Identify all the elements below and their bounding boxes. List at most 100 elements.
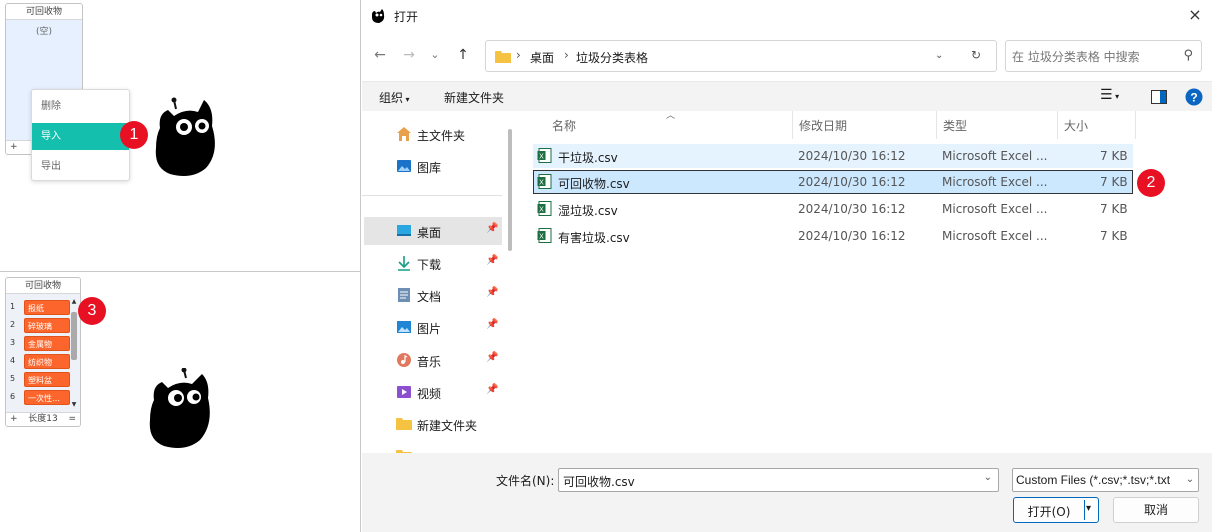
svg-text:X: X: [539, 234, 544, 241]
pin-icon: 📌: [486, 255, 499, 266]
navigation-pane: 主文件夹 图库 桌面 📌 下载 📌 文档 📌 图片 📌 音乐 📌 视频 📌 新建…: [362, 111, 516, 453]
home-icon: [397, 127, 411, 141]
step-badge-2: 2: [1137, 169, 1165, 197]
open-file-dialog: 打开 × ← → ⌄ ↑ › 桌面 › 垃圾分类表格 ⌄ ↻ ⚲ 组织 ▾ 新建…: [362, 0, 1212, 532]
csv-file-icon: X: [537, 228, 552, 243]
dialog-footer: 文件名(N): 可回收物.csv ⌄ Custom Files (*.csv;*…: [362, 453, 1212, 532]
sidebar-item-pictures[interactable]: 图片 📌: [364, 313, 502, 341]
video-icon: [397, 386, 411, 398]
recent-locations-button[interactable]: ⌄: [425, 42, 445, 68]
sort-indicator-icon: ︿: [666, 111, 676, 121]
csv-file-icon: X: [537, 148, 552, 163]
file-row[interactable]: X 干垃圾.csv 2024/10/30 16:12 Microsoft Exc…: [533, 144, 1133, 168]
file-row-selected[interactable]: X 可回收物.csv 2024/10/30 16:12 Microsoft Ex…: [533, 170, 1133, 194]
add-item-button[interactable]: +: [10, 141, 18, 154]
cancel-button[interactable]: 取消: [1113, 497, 1199, 523]
column-header-date[interactable]: 修改日期: [799, 117, 847, 134]
dialog-title: 打开: [394, 10, 419, 24]
sidebar-item-music[interactable]: 音乐 📌: [364, 346, 502, 374]
sidebar-item-gallery[interactable]: 图库: [364, 152, 502, 180]
pictures-icon: [397, 321, 411, 333]
menu-item-import[interactable]: 导入: [32, 123, 129, 150]
gallery-icon: [397, 160, 411, 172]
sidebar-item-desktop[interactable]: 桌面 📌: [364, 217, 502, 245]
list-empty-text: (空): [35, 27, 53, 37]
desktop-icon: [397, 225, 411, 236]
title-bar: 打开 ×: [362, 0, 1212, 32]
list-monitor-filled[interactable]: 可回收物 1 报纸 2 碎玻璃 3 金属物 4 纺织物 5 塑料盆 6 一次性…: [5, 277, 81, 427]
step-badge-1: 1: [120, 121, 148, 149]
pin-icon: 📌: [486, 319, 499, 330]
list-footer: + 长度13 =: [6, 412, 80, 426]
list-title: 可回收物: [6, 4, 82, 20]
stage-bottom: 可回收物 1 报纸 2 碎玻璃 3 金属物 4 纺织物 5 塑料盆 6 一次性…: [0, 271, 361, 532]
folder-icon: [396, 418, 412, 430]
breadcrumb-current-folder[interactable]: 垃圾分类表格: [576, 49, 648, 66]
list-scrollbar[interactable]: ▲ ▼: [70, 298, 78, 410]
pin-icon: 📌: [486, 352, 499, 363]
column-header-type[interactable]: 类型: [943, 117, 967, 134]
file-type-select[interactable]: Custom Files (*.csv;*.tsv;*.txt ⌄: [1012, 468, 1199, 492]
refresh-icon[interactable]: ↻: [971, 48, 981, 62]
search-box[interactable]: ⚲: [1005, 40, 1202, 72]
open-button[interactable]: 打开(O) ▾: [1013, 497, 1099, 523]
back-button[interactable]: ←: [370, 42, 390, 68]
up-button[interactable]: ↑: [453, 42, 473, 68]
cat-sprite-icon[interactable]: [146, 368, 216, 450]
column-header-name[interactable]: 名称: [552, 117, 576, 134]
context-menu: 删除 导入 导出: [31, 89, 130, 181]
folder-icon: [495, 51, 511, 63]
help-icon[interactable]: ?: [1185, 88, 1203, 106]
sidebar-item-downloads[interactable]: 下载 📌: [364, 249, 502, 277]
svg-text:?: ?: [1190, 91, 1197, 105]
pin-icon: 📌: [486, 287, 499, 298]
divider: [362, 195, 502, 196]
document-icon: [398, 288, 410, 302]
chevron-down-icon[interactable]: ⌄: [984, 472, 992, 483]
music-icon: [397, 353, 411, 367]
chevron-right-icon: ›: [564, 48, 569, 62]
app-icon: [372, 9, 385, 23]
list-title: 可回收物: [6, 278, 80, 294]
sidebar-item-videos[interactable]: 视频 📌: [364, 378, 502, 406]
search-icon[interactable]: ⚲: [1183, 48, 1193, 63]
file-row[interactable]: X 湿垃圾.csv 2024/10/30 16:12 Microsoft Exc…: [533, 197, 1133, 221]
sidebar-item-documents[interactable]: 文档 📌: [364, 281, 502, 309]
forward-button[interactable]: →: [399, 42, 419, 68]
view-options-icon[interactable]: ☰ ▾: [1100, 87, 1119, 103]
sidebar-item-new-folder[interactable]: 新建文件夹: [364, 410, 502, 438]
organize-button[interactable]: 组织 ▾: [379, 89, 410, 106]
svg-text:X: X: [539, 154, 544, 161]
file-list: ︿ 名称 修改日期 类型 大小 X 干垃圾.csv 2024/10/30 16:…: [516, 111, 1212, 453]
file-row[interactable]: X 有害垃圾.csv 2024/10/30 16:12 Microsoft Ex…: [533, 224, 1133, 248]
navigation-bar: ← → ⌄ ↑ › 桌面 › 垃圾分类表格 ⌄ ↻ ⚲: [362, 38, 1212, 74]
command-bar: 组织 ▾ 新建文件夹 ☰ ▾ ?: [362, 81, 1212, 111]
sidebar-scrollbar[interactable]: [508, 129, 512, 251]
step-badge-3: 3: [78, 297, 106, 325]
open-dropdown-icon[interactable]: ▾: [1086, 503, 1091, 514]
chevron-right-icon: ›: [516, 48, 521, 62]
svg-text:X: X: [539, 207, 544, 214]
address-bar[interactable]: › 桌面 › 垃圾分类表格 ⌄ ↻: [485, 40, 997, 72]
resize-handle[interactable]: =: [68, 413, 76, 426]
sidebar-item-home[interactable]: 主文件夹: [364, 120, 502, 148]
search-input[interactable]: [1012, 47, 1172, 67]
breadcrumb-desktop[interactable]: 桌面: [530, 49, 554, 66]
close-icon[interactable]: ×: [1184, 4, 1206, 26]
chevron-down-icon[interactable]: ⌄: [1182, 469, 1198, 491]
stage-top: 可回收物 (空) + 删除 导入 导出 1: [0, 0, 361, 271]
preview-pane-icon[interactable]: [1151, 90, 1167, 104]
csv-file-icon: X: [537, 174, 552, 189]
pin-icon: 📌: [486, 223, 499, 234]
svg-text:X: X: [539, 180, 544, 187]
filename-input[interactable]: 可回收物.csv ⌄: [558, 468, 999, 492]
column-header-size[interactable]: 大小: [1064, 117, 1088, 134]
new-folder-button[interactable]: 新建文件夹: [444, 89, 504, 106]
pin-icon: 📌: [486, 384, 499, 395]
address-history-dropdown[interactable]: ⌄: [935, 50, 943, 61]
cat-sprite-icon[interactable]: [152, 96, 222, 178]
csv-file-icon: X: [537, 201, 552, 216]
menu-item-export[interactable]: 导出: [32, 153, 129, 180]
menu-item-delete[interactable]: 删除: [32, 93, 129, 120]
sidebar-item-partial: [364, 442, 502, 453]
